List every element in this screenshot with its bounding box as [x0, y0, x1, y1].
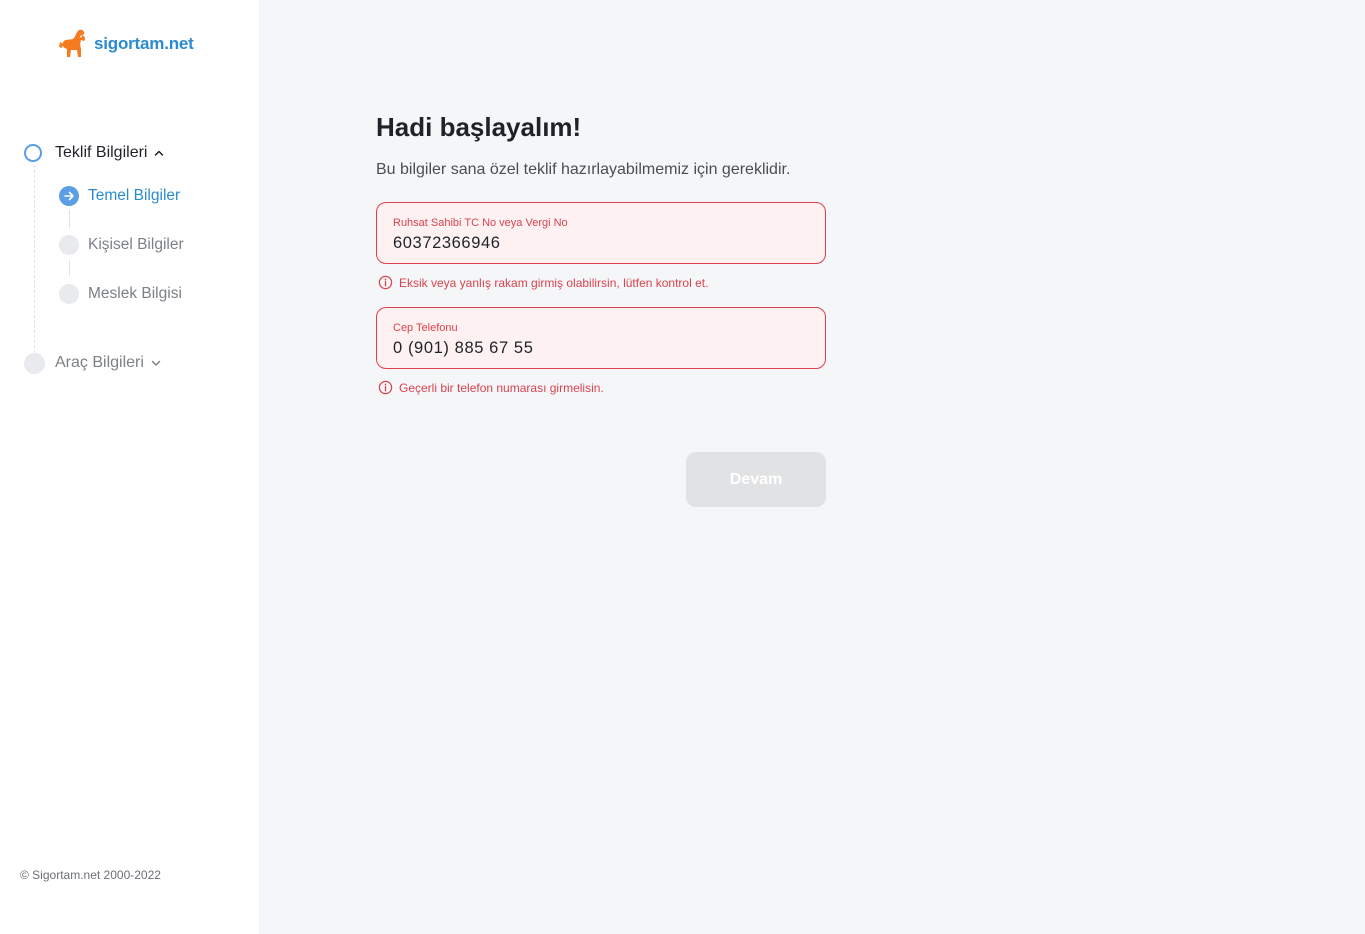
page-title: Hadi başlayalım!	[376, 112, 582, 142]
app: sigortam.net Teklif Bilgileri Temel Bilg…	[0, 0, 1365, 934]
phone-error: Geçerli bir telefon numarası girmelisin.	[378, 380, 604, 395]
logo[interactable]: sigortam.net	[58, 28, 194, 60]
step-label: Araç Bilgileri	[55, 354, 144, 371]
pending-dot-icon	[59, 284, 79, 304]
pending-dot-icon	[59, 235, 79, 255]
step-connector-main	[34, 165, 35, 353]
page-subtitle: Bu bilgiler sana özel teklif hazırlayabi…	[376, 161, 791, 178]
step-active-circle-icon	[24, 144, 42, 162]
phone-label: Cep Telefonu	[393, 322, 458, 334]
step-label: Teklif Bilgileri	[55, 144, 148, 161]
substep-label: Temel Bilgiler	[88, 187, 181, 204]
continue-button[interactable]: Devam	[686, 452, 826, 507]
id-number-label: Ruhsat Sahibi TC No veya Vergi No	[393, 217, 568, 229]
substep-meslek-bilgisi[interactable]: Meslek Bilgisi	[59, 283, 182, 305]
phone-input[interactable]	[393, 339, 793, 358]
main-content: Hadi başlayalım! Bu bilgiler sana özel t…	[259, 0, 1365, 934]
brand-name: sigortam.net	[94, 34, 194, 53]
id-number-error: Eksik veya yanlış rakam girmiş olabilirs…	[378, 275, 708, 290]
substep-label: Meslek Bilgisi	[88, 285, 182, 302]
goat-logo-icon	[59, 29, 86, 57]
step-connector-sub	[69, 210, 70, 228]
error-text: Eksik veya yanlış rakam girmiş olabilirs…	[399, 275, 709, 290]
chevron-up-icon	[155, 150, 164, 156]
step-teklif-bilgileri[interactable]: Teklif Bilgileri	[24, 142, 165, 164]
step-inactive-circle-icon	[24, 352, 45, 374]
substep-kisisel-bilgiler[interactable]: Kişisel Bilgiler	[59, 234, 184, 256]
chevron-down-icon	[151, 360, 161, 366]
step-connector-sub	[69, 259, 70, 277]
copyright: © Sigortam.net 2000-2022	[20, 868, 161, 882]
info-circle-icon	[378, 380, 393, 395]
info-circle-icon	[378, 275, 393, 290]
error-text: Geçerli bir telefon numarası girmelisin.	[399, 380, 604, 395]
step-arac-bilgileri[interactable]: Araç Bilgileri	[24, 352, 162, 374]
phone-field[interactable]: Cep Telefonu	[376, 307, 826, 369]
substep-temel-bilgiler[interactable]: Temel Bilgiler	[59, 185, 180, 207]
id-number-input[interactable]	[393, 234, 793, 253]
arrow-right-icon	[59, 186, 79, 206]
sidebar: sigortam.net Teklif Bilgileri Temel Bilg…	[0, 0, 259, 934]
substep-label: Kişisel Bilgiler	[88, 236, 184, 253]
id-number-field[interactable]: Ruhsat Sahibi TC No veya Vergi No	[376, 202, 826, 264]
